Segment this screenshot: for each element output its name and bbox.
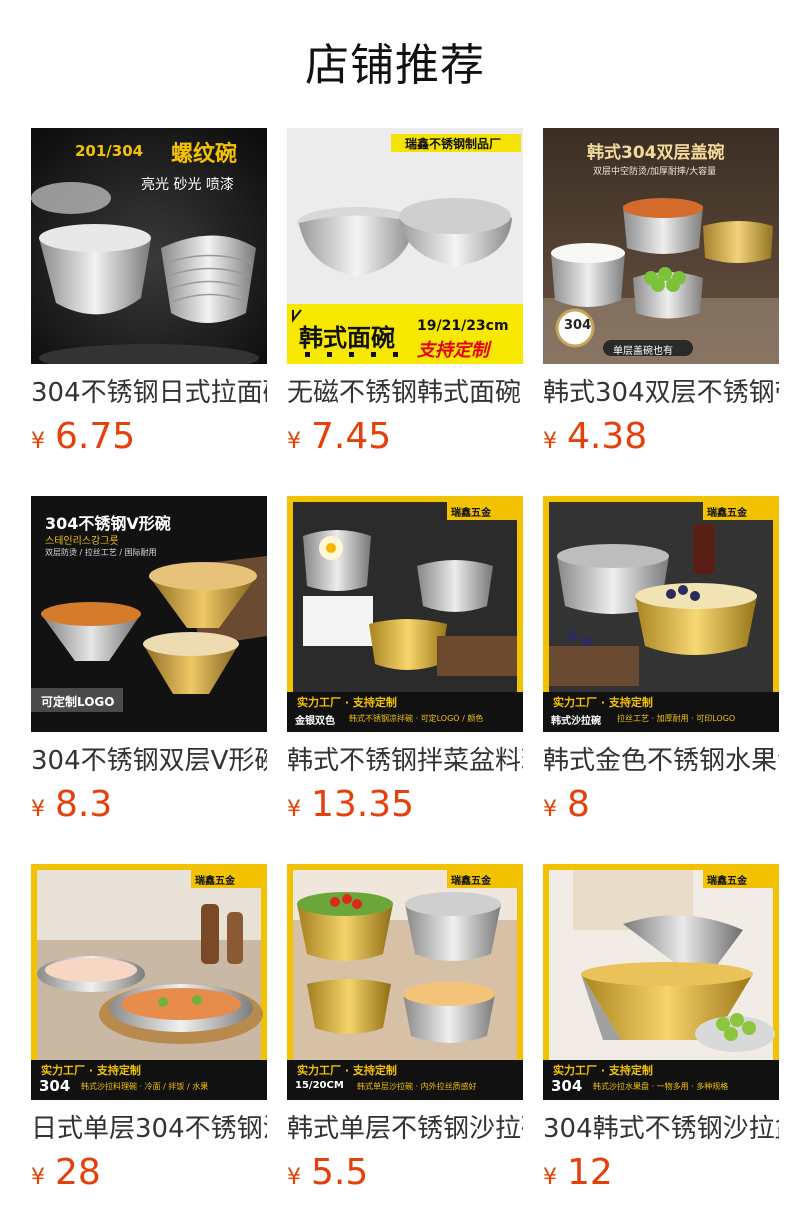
product-price: ¥6.75 — [31, 415, 267, 459]
image-overlay-text: 韩式单层沙拉碗 · 内外拉丝质感好 — [357, 1082, 477, 1091]
image-overlay-text: 韩式不锈钢凉拌碗 · 可定LOGO / 颜色 — [349, 714, 484, 723]
price-amount: 5.5 — [311, 1152, 369, 1193]
image-overlay-text: 可定制LOGO — [41, 695, 115, 709]
image-overlay-text: 实力工厂 · 支持定制 — [553, 1064, 653, 1077]
image-overlay-text: 亮光 砂光 喷漆 — [141, 177, 234, 193]
product-price: ¥5.5 — [287, 1151, 523, 1195]
product-name[interactable]: 304不锈钢日式拉面碗 — [31, 377, 267, 409]
image-overlay-text: 双层中空防烫/加厚耐摔/大容量 — [593, 167, 717, 177]
image-overlay-text: 单层盖碗也有 — [613, 346, 673, 357]
image-overlay-text: 实力工厂 · 支持定制 — [297, 1064, 397, 1077]
image-overlay-text: 瑞鑫不锈钢制品厂 — [405, 137, 502, 151]
image-overlay-text: 韩式304双层盖碗 — [587, 143, 725, 163]
product-card[interactable]: 瑞鑫五金 实力工厂 · 支持定制 304 韩式沙拉水果盘 · 一物多用 · 多种… — [543, 864, 779, 1232]
product-card[interactable]: 201/304 螺纹碗 亮光 砂光 喷漆 304不锈钢日式拉面碗 ¥6.75 — [31, 128, 267, 496]
image-overlay-text: 15/20CM — [295, 1080, 344, 1091]
product-name[interactable]: 无磁不锈钢韩式面碗 — [287, 377, 523, 409]
price-amount: 6.75 — [55, 416, 136, 457]
image-overlay-text: 拉丝工艺 · 加厚耐用 · 可印LOGO — [617, 714, 736, 723]
image-overlay-text: 韩式面碗 — [299, 324, 395, 352]
product-name[interactable]: 韩式304双层不锈钢带盖碗 — [543, 377, 779, 409]
image-overlay-text: 韩式沙拉水果盘 · 一物多用 · 多种规格 — [593, 1082, 729, 1091]
product-card[interactable]: 瑞鑫五金 实力工厂 · 支持定制 15/20CM 韩式单层沙拉碗 · 内外拉丝质… — [287, 864, 523, 1232]
currency-symbol: ¥ — [287, 429, 301, 454]
price-amount: 8.3 — [55, 784, 113, 825]
product-image[interactable]: 瑞鑫不锈钢制品厂 韩式面碗 19/21/23cm 支持定制 — [287, 128, 523, 364]
product-image[interactable]: 瑞鑫五金 实力工厂 · 支持定制 304 韩式沙拉料理碗 · 冷面 / 拌饭 /… — [31, 864, 267, 1100]
product-card[interactable]: 瑞鑫五金 实力工厂 · 支持定制 304 韩式沙拉料理碗 · 冷面 / 拌饭 /… — [31, 864, 267, 1232]
image-overlay-text: 瑞鑫五金 — [451, 508, 491, 519]
product-card[interactable]: 304不锈钢V形碗 스테인리스강그릇 双层防烫 / 拉丝工艺 / 国际耐用 可定… — [31, 496, 267, 864]
image-overlay-text: 双层防烫 / 拉丝工艺 / 国际耐用 — [45, 548, 157, 557]
price-amount: 13.35 — [311, 784, 415, 825]
product-image[interactable]: 瑞鑫五金 实力工厂 · 支持定制 金银双色 韩式不锈钢凉拌碗 · 可定LOGO … — [287, 496, 523, 732]
product-price: ¥8.3 — [31, 783, 267, 827]
currency-symbol: ¥ — [287, 797, 301, 822]
image-overlay-text: 304 — [39, 1077, 71, 1095]
price-amount: 8 — [567, 784, 590, 825]
product-image[interactable]: 瑞鑫五金 实力工厂 · 支持定制 15/20CM 韩式单层沙拉碗 · 内外拉丝质… — [287, 864, 523, 1100]
image-overlay-text: 实力工厂 · 支持定制 — [41, 1064, 141, 1077]
currency-symbol: ¥ — [31, 429, 45, 454]
product-name[interactable]: 304韩式不锈钢沙拉盆 — [543, 1113, 779, 1145]
image-overlay-text: 201/304 — [75, 142, 144, 160]
product-name[interactable]: 韩式金色不锈钢水果沙拉碗 — [543, 745, 779, 777]
currency-symbol: ¥ — [543, 429, 557, 454]
product-name[interactable]: 日式单层304不锈钢沙拉碗 — [31, 1113, 267, 1145]
product-name[interactable]: 韩式不锈钢拌菜盆料理碗 — [287, 745, 523, 777]
image-overlay-text: 支持定制 — [417, 340, 489, 361]
product-price: ¥13.35 — [287, 783, 523, 827]
product-name[interactable]: 304不锈钢双层V形碗 — [31, 745, 267, 777]
product-price: ¥8 — [543, 783, 779, 827]
product-image[interactable]: 韩式304双层盖碗 双层中空防烫/加厚耐摔/大容量 304 单层盖碗也有 — [543, 128, 779, 364]
product-price: ¥12 — [543, 1151, 779, 1195]
image-overlay-text: 韩式沙拉料理碗 · 冷面 / 拌饭 / 水果 — [81, 1082, 209, 1091]
product-grid: 201/304 螺纹碗 亮光 砂光 喷漆 304不锈钢日式拉面碗 ¥6.75 瑞… — [31, 128, 781, 1232]
image-overlay-text: 304不锈钢V形碗 — [45, 514, 171, 533]
currency-symbol: ¥ — [287, 1165, 301, 1190]
image-overlay-text: 304 — [551, 1077, 583, 1095]
image-overlay-text: 瑞鑫五金 — [707, 876, 747, 887]
product-price: ¥28 — [31, 1151, 267, 1195]
image-overlay-text: 瑞鑫五金 — [707, 508, 747, 519]
currency-symbol: ¥ — [31, 797, 45, 822]
image-overlay-text: 韩式沙拉碗 — [551, 716, 601, 727]
shop-recommend-page: 店铺推荐 201/304 螺纹碗 亮光 砂光 喷漆 304不锈钢日式拉面碗 ¥ … — [0, 0, 790, 1232]
product-image[interactable]: 304不锈钢V形碗 스테인리스강그릇 双层防烫 / 拉丝工艺 / 国际耐用 可定… — [31, 496, 267, 732]
product-card[interactable]: 瑞鑫五金 实力工厂 · 支持定制 韩式沙拉碗 拉丝工艺 · 加厚耐用 · 可印L… — [543, 496, 779, 864]
price-amount: 4.38 — [567, 416, 648, 457]
price-amount: 12 — [567, 1152, 613, 1193]
currency-symbol: ¥ — [31, 1165, 45, 1190]
image-overlay-text: 19/21/23cm — [417, 318, 509, 334]
image-overlay-text: 螺纹碗 — [171, 142, 238, 167]
section-title: 店铺推荐 — [305, 40, 485, 91]
image-overlay-text: 스테인리스강그릇 — [45, 536, 119, 547]
product-image[interactable]: 201/304 螺纹碗 亮光 砂光 喷漆 — [31, 128, 267, 364]
image-overlay-text: 304 — [564, 318, 592, 333]
image-overlay-text: 实力工厂 · 支持定制 — [553, 696, 653, 709]
product-price: ¥4.38 — [543, 415, 779, 459]
currency-symbol: ¥ — [543, 1165, 557, 1190]
price-amount: 28 — [55, 1152, 101, 1193]
price-amount: 7.45 — [311, 416, 392, 457]
image-overlay-text: 金银双色 — [295, 716, 335, 727]
product-image[interactable]: 瑞鑫五金 实力工厂 · 支持定制 304 韩式沙拉水果盘 · 一物多用 · 多种… — [543, 864, 779, 1100]
product-card[interactable]: 韩式304双层盖碗 双层中空防烫/加厚耐摔/大容量 304 单层盖碗也有 韩式3… — [543, 128, 779, 496]
product-name[interactable]: 韩式单层不锈钢沙拉碗 — [287, 1113, 523, 1145]
product-card[interactable]: 瑞鑫五金 实力工厂 · 支持定制 金银双色 韩式不锈钢凉拌碗 · 可定LOGO … — [287, 496, 523, 864]
image-overlay-text: 实力工厂 · 支持定制 — [297, 696, 397, 709]
product-price: ¥7.45 — [287, 415, 523, 459]
currency-symbol: ¥ — [543, 797, 557, 822]
image-overlay-text: 瑞鑫五金 — [195, 876, 235, 887]
product-image[interactable]: 瑞鑫五金 实力工厂 · 支持定制 韩式沙拉碗 拉丝工艺 · 加厚耐用 · 可印L… — [543, 496, 779, 732]
image-overlay-text: 瑞鑫五金 — [451, 876, 491, 887]
product-card[interactable]: 瑞鑫不锈钢制品厂 韩式面碗 19/21/23cm 支持定制 无磁不锈钢韩式面碗 … — [287, 128, 523, 496]
